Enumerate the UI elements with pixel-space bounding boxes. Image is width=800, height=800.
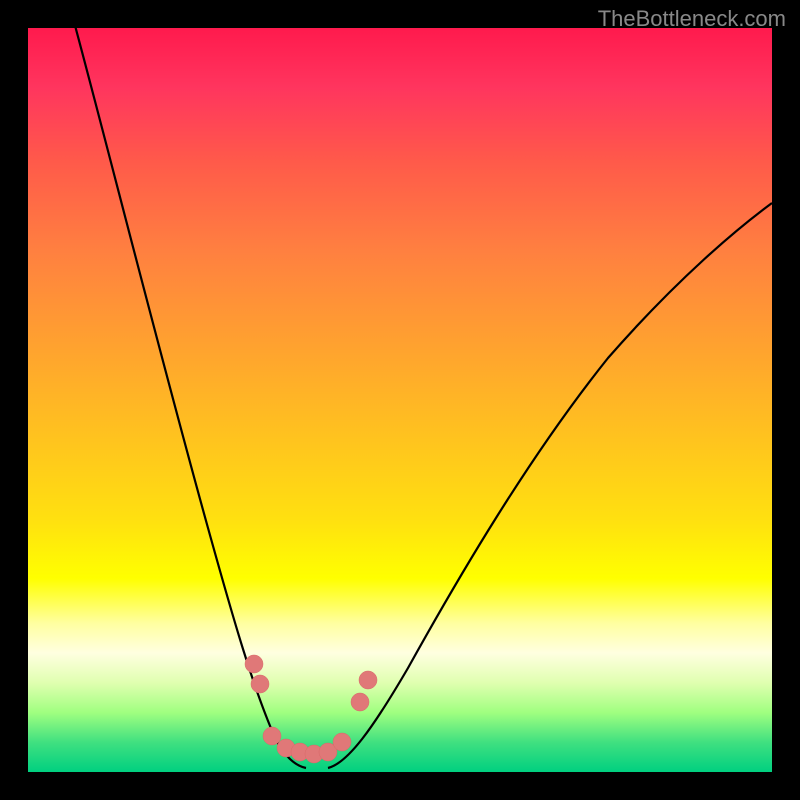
marker-point xyxy=(333,733,351,751)
marker-point xyxy=(251,675,269,693)
chart-plot-area xyxy=(28,28,772,772)
marker-point xyxy=(277,739,295,757)
marker-point xyxy=(319,743,337,761)
chart-curves-svg xyxy=(28,28,772,772)
marker-point xyxy=(305,745,323,763)
curve-right xyxy=(328,203,772,768)
marker-point xyxy=(291,743,309,761)
marker-point xyxy=(245,655,263,673)
marker-point xyxy=(351,693,369,711)
marker-group xyxy=(245,655,377,763)
watermark-text: TheBottleneck.com xyxy=(598,6,786,32)
marker-point xyxy=(263,727,281,745)
curve-left xyxy=(73,28,306,768)
marker-point xyxy=(359,671,377,689)
